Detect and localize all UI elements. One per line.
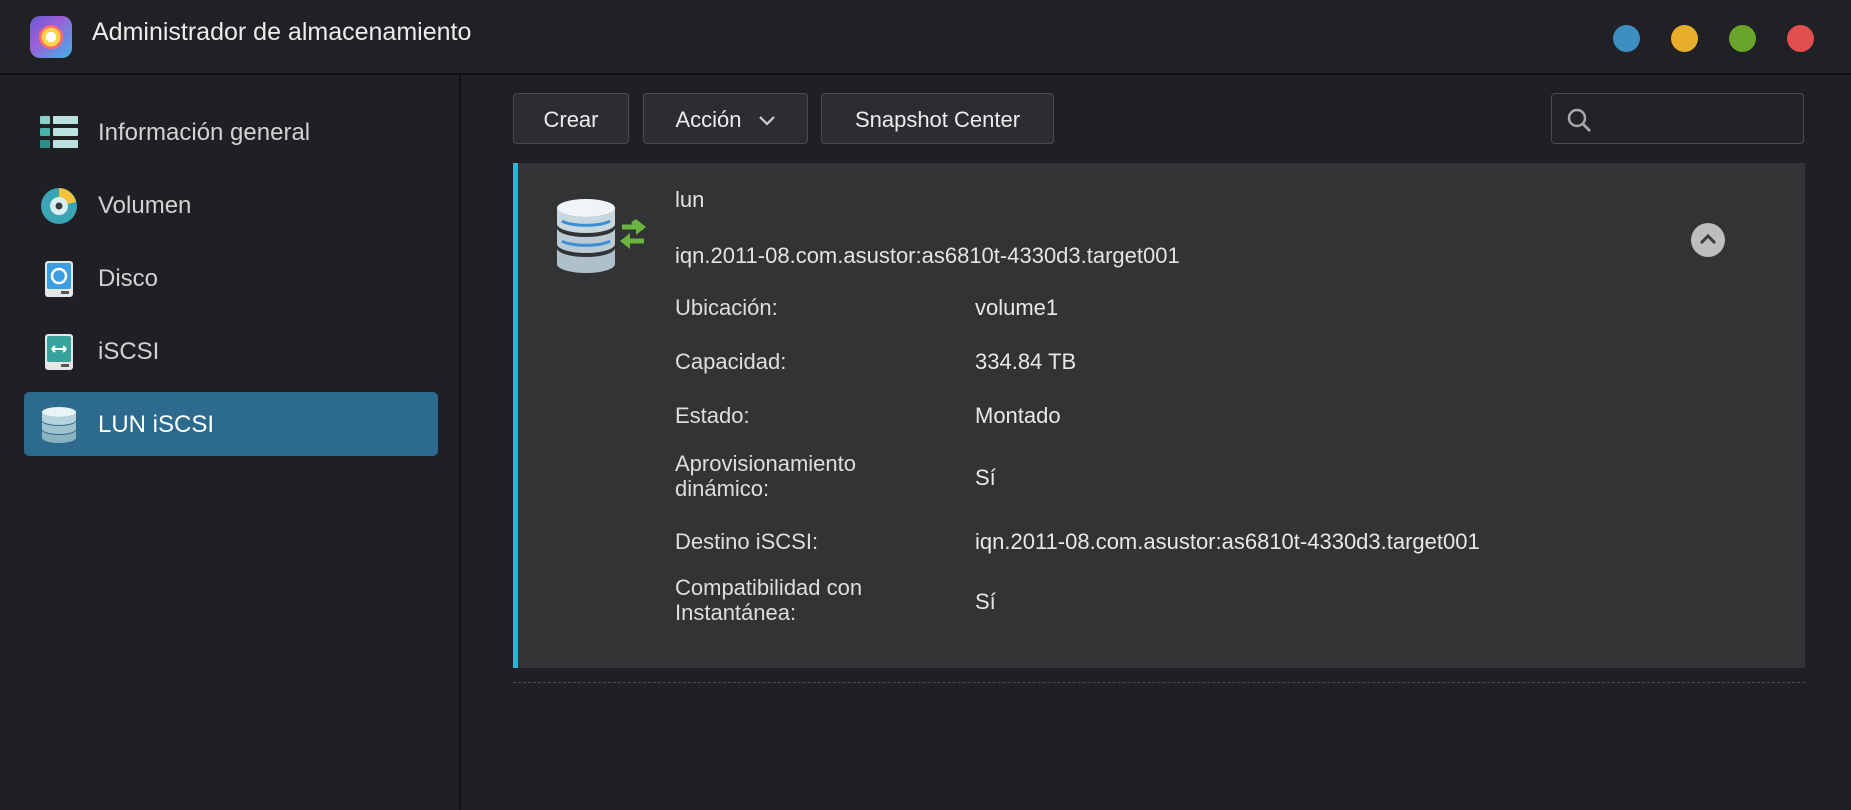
sidebar-item-label: Información general [98, 119, 311, 146]
database-icon [42, 407, 76, 443]
sidebar-item-label: Volumen [98, 192, 192, 219]
sidebar-item-disk[interactable]: Disco [24, 246, 438, 310]
detail-label-location: Ubicación: [675, 295, 778, 320]
detail-value-location: volume1 [975, 295, 1059, 320]
sidebar-item-overview[interactable]: Información general [24, 100, 438, 164]
action-dropdown-button[interactable]: Acción [643, 93, 808, 144]
detail-value-status: Montado [975, 403, 1061, 428]
title-bar: Administrador de almacenamiento [0, 0, 1851, 75]
overview-icon [40, 116, 78, 148]
detail-label-iscsi-target: Destino iSCSI: [675, 529, 819, 554]
volume-icon [41, 188, 77, 224]
close-button[interactable] [1787, 25, 1814, 52]
window-title: Administrador de almacenamiento [92, 18, 472, 46]
disk-icon [45, 261, 73, 297]
sync-arrows-icon [620, 219, 646, 249]
detail-label-capacity: Capacidad: [675, 349, 787, 374]
lun-card[interactable]: lun iqn.2011-08.com.asustor:as6810t-4330… [513, 163, 1805, 668]
snapshot-center-button[interactable]: Snapshot Center [821, 93, 1054, 144]
main-panel: Crear Acción Snapshot Center lun iqn.201… [461, 75, 1851, 810]
lun-name: lun [675, 187, 705, 212]
sidebar-item-lun-iscsi[interactable]: LUN iSCSI [24, 392, 438, 456]
detail-value-iscsi-target: iqn.2011-08.com.asustor:as6810t-4330d3.t… [975, 529, 1480, 554]
detail-value-snapshot-compat: Sí [975, 589, 996, 614]
sidebar-item-volume[interactable]: Volumen [24, 173, 438, 237]
detail-value-thin-provisioning: Sí [975, 465, 996, 490]
sidebar-item-iscsi[interactable]: iSCSI [24, 319, 438, 383]
sidebar-item-label: LUN iSCSI [98, 411, 215, 438]
search-icon [1567, 108, 1591, 132]
lun-target-iqn: iqn.2011-08.com.asustor:as6810t-4330d3.t… [675, 243, 1180, 268]
chevron-down-icon [758, 116, 775, 126]
detail-label-thin-provisioning: Aprovisionamiento dinámico: [675, 451, 856, 501]
sidebar: Información general Volumen Disco iSCSI [0, 75, 461, 810]
action-button-label: Acción [675, 107, 742, 132]
create-button[interactable]: Crear [513, 93, 629, 144]
sidebar-item-label: iSCSI [98, 338, 160, 365]
maximize-button[interactable] [1671, 25, 1698, 52]
detail-value-capacity: 334.84 TB [975, 349, 1077, 374]
detail-label-snapshot-compat: Compatibilidad con Instantánea: [675, 575, 863, 625]
card-divider [513, 682, 1805, 683]
minimize-button[interactable] [1613, 25, 1640, 52]
restore-button[interactable] [1729, 25, 1756, 52]
collapse-button[interactable] [1691, 223, 1725, 257]
iscsi-icon [45, 334, 73, 370]
detail-label-status: Estado: [675, 403, 750, 428]
chevron-up-icon [1699, 233, 1717, 245]
search-field[interactable] [1551, 93, 1804, 144]
storage-manager-app-icon [30, 16, 72, 58]
lun-database-icon [557, 199, 646, 273]
sidebar-item-label: Disco [98, 265, 159, 292]
